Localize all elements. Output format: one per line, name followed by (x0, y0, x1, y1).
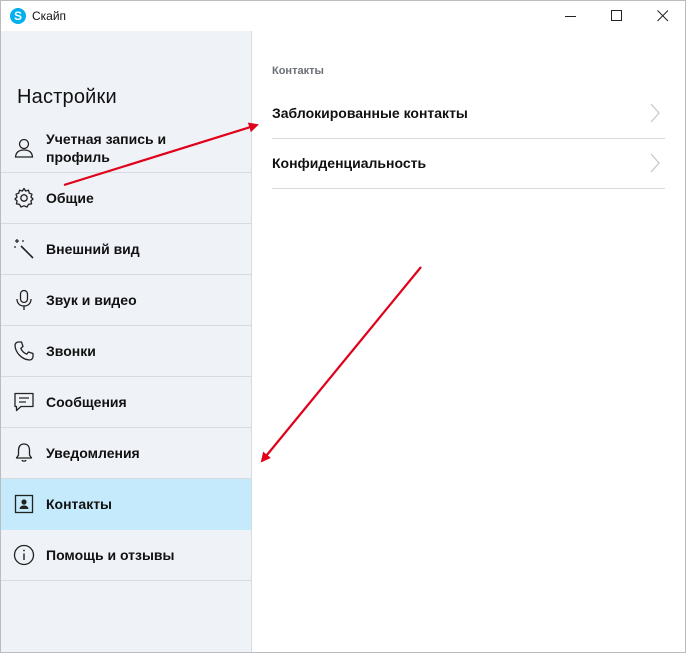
close-icon (657, 10, 669, 22)
sidebar-item-label: Звук и видео (46, 292, 137, 308)
chevron-right-icon (650, 103, 660, 123)
contact-card-icon (12, 492, 36, 516)
settings-menu: Учетная запись и профиль Общие Внешний в… (1, 123, 251, 581)
sidebar-item-label: Уведомления (46, 445, 140, 461)
sidebar-item-appearance[interactable]: Внешний вид (1, 224, 251, 275)
skype-window: S Скайп Настройки Учетная запись и профи… (0, 0, 686, 653)
sidebar-item-calls[interactable]: Звонки (1, 326, 251, 377)
sidebar-item-account[interactable]: Учетная запись и профиль (1, 123, 251, 173)
bell-icon (12, 441, 36, 465)
sidebar-item-audio-video[interactable]: Звук и видео (1, 275, 251, 326)
sidebar-item-label: Общие (46, 190, 94, 206)
microphone-icon (12, 288, 36, 312)
sidebar-item-label: Звонки (46, 343, 96, 359)
blocked-contacts-row[interactable]: Заблокированные контакты (272, 89, 665, 139)
section-title: Контакты (272, 65, 324, 77)
row-label: Конфиденциальность (272, 155, 427, 171)
contacts-settings-panel: Контакты Заблокированные контакты Конфид… (252, 31, 685, 652)
sidebar-item-label: Помощь и отзывы (46, 547, 175, 563)
sidebar-item-label: Сообщения (46, 394, 127, 410)
message-icon (12, 390, 36, 414)
row-label: Заблокированные контакты (272, 105, 468, 121)
sidebar-title: Настройки (17, 86, 117, 108)
sidebar-item-notifications[interactable]: Уведомления (1, 428, 251, 479)
gear-icon (12, 186, 36, 210)
sidebar-item-help[interactable]: Помощь и отзывы (1, 530, 251, 581)
privacy-row[interactable]: Конфиденциальность (272, 139, 665, 189)
minimize-button[interactable] (548, 1, 594, 31)
info-icon (12, 543, 36, 567)
skype-logo-icon: S (10, 8, 26, 24)
sidebar-item-contacts[interactable]: Контакты (1, 479, 251, 530)
settings-sidebar: Настройки Учетная запись и профиль Общие… (1, 31, 252, 652)
person-icon (12, 136, 36, 160)
sidebar-item-messages[interactable]: Сообщения (1, 377, 251, 428)
minimize-icon (565, 16, 576, 17)
maximize-button[interactable] (594, 1, 640, 31)
title-bar: S Скайп (1, 1, 685, 31)
magic-wand-icon (12, 237, 36, 261)
sidebar-item-label: Внешний вид (46, 241, 140, 257)
sidebar-item-general[interactable]: Общие (1, 173, 251, 224)
phone-icon (12, 339, 36, 363)
chevron-right-icon (650, 153, 660, 173)
window-title: Скайп (32, 9, 67, 23)
close-button[interactable] (640, 1, 685, 31)
sidebar-item-label: Учетная запись и профиль (46, 130, 167, 165)
sidebar-item-label: Контакты (46, 496, 113, 512)
maximize-icon (611, 10, 622, 21)
